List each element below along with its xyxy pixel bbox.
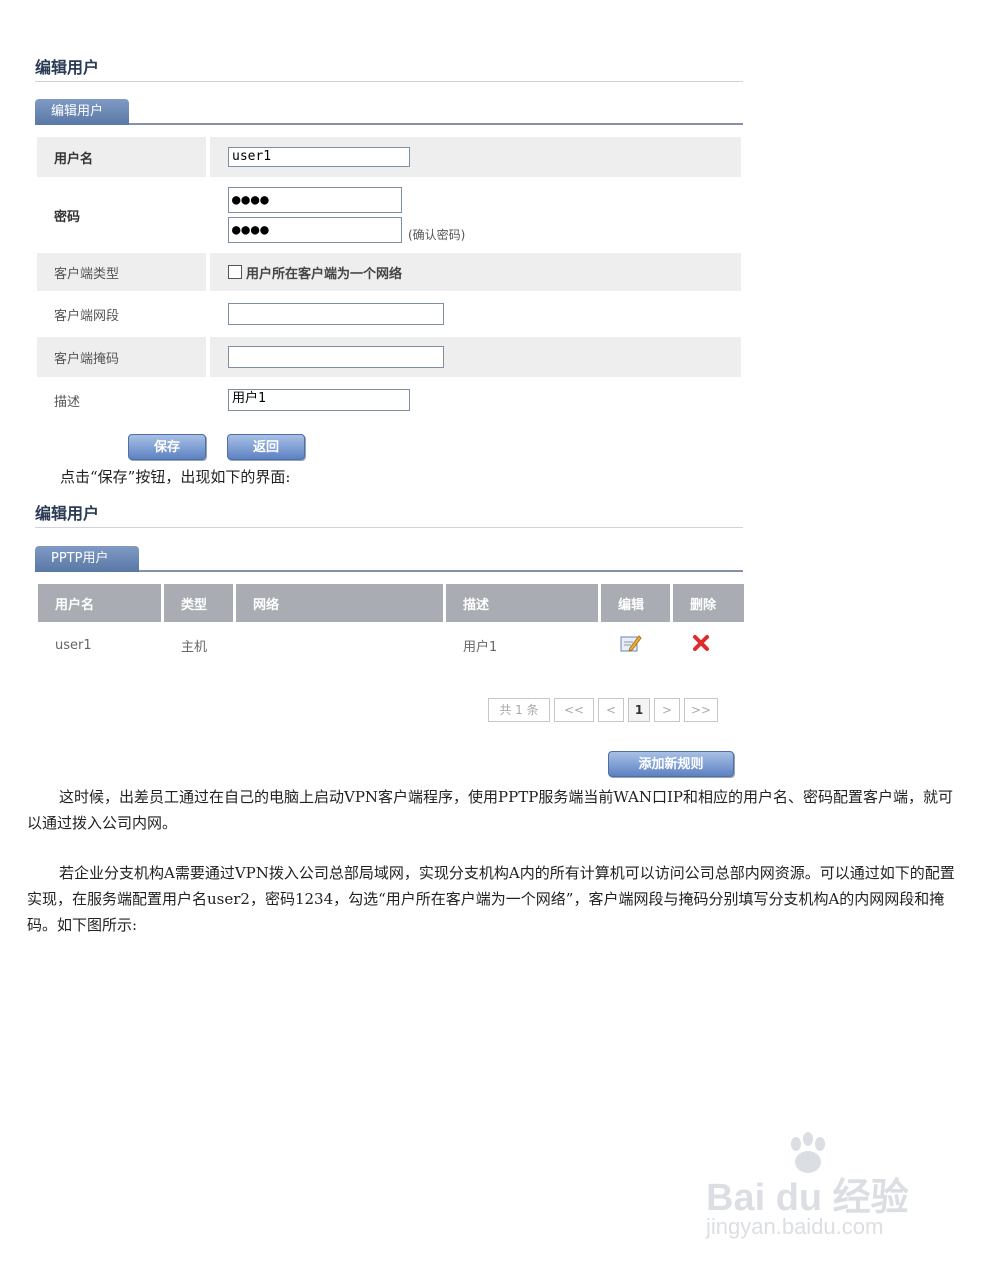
client-mask-input[interactable] bbox=[228, 346, 444, 368]
pager-last-button[interactable]: >> bbox=[684, 698, 718, 722]
pager-prev-button[interactable]: < bbox=[598, 698, 624, 722]
confirm-password-hint: (确认密码) bbox=[408, 228, 466, 242]
row-password: 密码 ●●●● ●●●● (确认密码) bbox=[37, 179, 741, 251]
label-password: 密码 bbox=[54, 209, 81, 225]
caption-after-save: 点击“保存”按钮，出现如下的界面: bbox=[60, 468, 291, 486]
back-button[interactable]: 返回 bbox=[227, 434, 305, 460]
save-button[interactable]: 保存 bbox=[128, 434, 206, 460]
divider bbox=[35, 527, 743, 528]
tab-pptp-users[interactable]: PPTP用户 bbox=[35, 546, 139, 572]
col-type: 类型 bbox=[164, 584, 236, 622]
delete-icon[interactable] bbox=[692, 634, 710, 656]
section-title-edit-user: 编辑用户 bbox=[35, 58, 100, 77]
cell-network bbox=[236, 622, 446, 668]
tab-bar: 编辑用户 bbox=[35, 96, 743, 125]
pagination: 共 1 条 << < 1 > >> bbox=[488, 698, 718, 722]
row-description: 描述 用户1 bbox=[37, 379, 741, 421]
row-client-type: 客户端类型 用户所在客户端为一个网络 bbox=[37, 253, 741, 291]
checkbox-text: 用户所在客户端为一个网络 bbox=[246, 266, 403, 282]
label-client-mask: 客户端掩码 bbox=[37, 337, 206, 377]
label-client-type: 客户端类型 bbox=[37, 253, 206, 291]
divider bbox=[35, 81, 743, 82]
client-network-checkbox-label[interactable]: 用户所在客户端为一个网络 bbox=[228, 263, 741, 282]
username-input[interactable]: user1 bbox=[228, 147, 410, 167]
paragraph-branch-office: 若企业分支机构A需要通过VPN拨入公司总部局域网，实现分支机构A内的所有计算机可… bbox=[27, 864, 955, 934]
col-delete: 删除 bbox=[673, 584, 744, 622]
col-network: 网络 bbox=[236, 584, 446, 622]
col-username: 用户名 bbox=[38, 584, 164, 622]
tab-edit-user[interactable]: 编辑用户 bbox=[35, 99, 129, 125]
add-rule-button[interactable]: 添加新规则 bbox=[608, 751, 734, 777]
pptp-user-table: 用户名 类型 网络 描述 编辑 删除 user1 主机 用户1 bbox=[38, 584, 744, 668]
col-edit: 编辑 bbox=[601, 584, 673, 622]
row-username: 用户名 user1 bbox=[37, 137, 741, 177]
col-description: 描述 bbox=[446, 584, 601, 622]
label-username: 用户名 bbox=[37, 137, 206, 177]
watermark-url: jingyan.baidu.com bbox=[706, 1214, 884, 1239]
row-client-mask: 客户端掩码 bbox=[37, 337, 741, 377]
edit-icon[interactable] bbox=[620, 633, 642, 657]
pager-total: 共 1 条 bbox=[488, 698, 550, 722]
cell-username: user1 bbox=[55, 637, 92, 653]
pager-first-button[interactable]: << bbox=[554, 698, 594, 722]
client-segment-input[interactable] bbox=[228, 303, 444, 325]
tab-bar: PPTP用户 bbox=[35, 544, 743, 572]
pager-next-button[interactable]: > bbox=[654, 698, 680, 722]
password-input[interactable]: ●●●● bbox=[228, 187, 402, 213]
pager-page-1[interactable]: 1 bbox=[628, 698, 650, 722]
label-client-segment: 客户端网段 bbox=[54, 308, 120, 324]
table-row: user1 主机 用户1 bbox=[38, 622, 744, 668]
watermark-brand: Bai du 经验 bbox=[706, 1177, 909, 1219]
label-description: 描述 bbox=[54, 394, 81, 410]
confirm-password-input[interactable]: ●●●● bbox=[228, 217, 402, 243]
cell-description: 用户1 bbox=[463, 639, 498, 655]
row-client-segment: 客户端网段 bbox=[37, 293, 741, 335]
baidu-watermark: Bai du 经验 jingyan.baidu.com bbox=[700, 1130, 940, 1250]
paragraph-remote-employee: 这时候，出差员工通过在自己的电脑上启动VPN客户端程序，使用PPTP服务端当前W… bbox=[27, 788, 953, 832]
section-title-user-list: 编辑用户 bbox=[35, 504, 100, 523]
table-header-row: 用户名 类型 网络 描述 编辑 删除 bbox=[38, 584, 744, 622]
client-network-checkbox[interactable] bbox=[228, 265, 242, 279]
cell-type: 主机 bbox=[181, 639, 208, 655]
edit-user-form: 用户名 user1 密码 ●●●● ●●●● (确认密码) 客户端类型 用户所在… bbox=[37, 137, 741, 423]
description-input[interactable]: 用户1 bbox=[228, 389, 410, 411]
